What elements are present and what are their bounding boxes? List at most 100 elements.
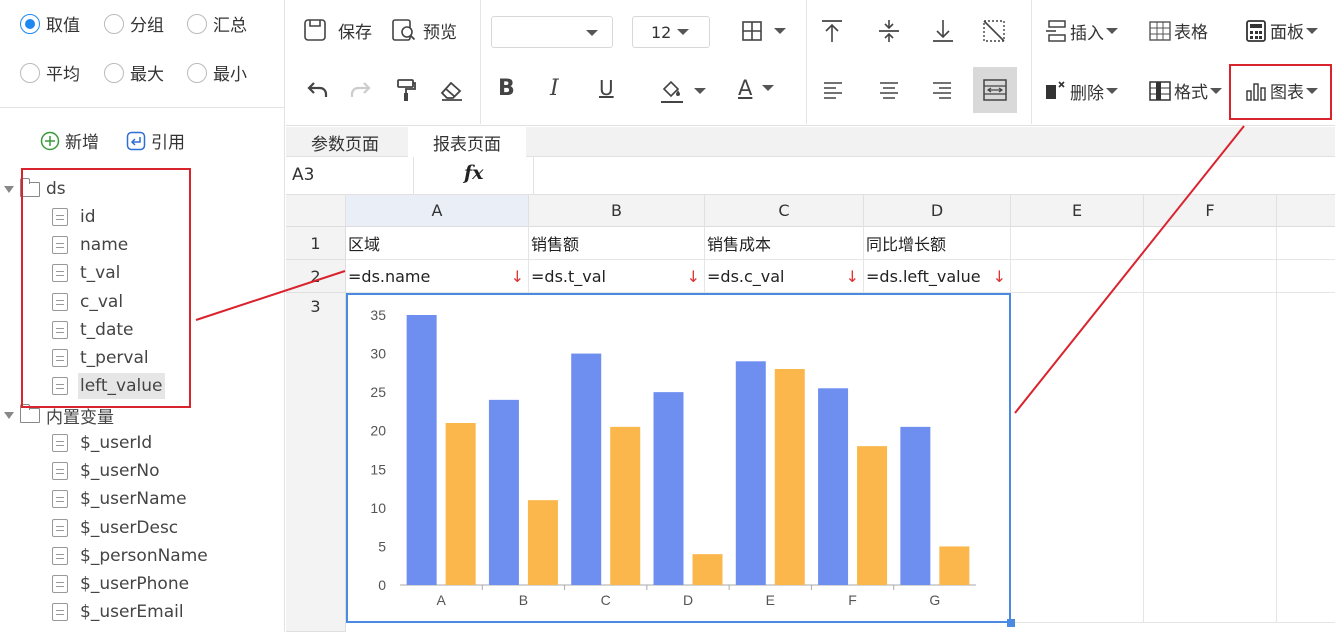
bar-series1 xyxy=(571,353,602,585)
y-tick-label: 10 xyxy=(370,500,386,516)
chart-cell-a3[interactable]: 0 5 10 15 20 25 30 35 A B C D E F G xyxy=(346,293,1011,623)
tree-field[interactable]: $_userId xyxy=(52,429,155,457)
col-header-b[interactable]: B xyxy=(529,195,705,227)
x-tick-label: F xyxy=(848,592,857,608)
bar-chart[interactable]: 0 5 10 15 20 25 30 35 A B C D E F G xyxy=(348,295,1009,621)
merge-cells-button[interactable] xyxy=(973,67,1017,113)
font-size-select[interactable]: 12 xyxy=(632,16,710,48)
align-center-button[interactable] xyxy=(878,80,900,100)
align-bottom-button[interactable] xyxy=(931,18,955,44)
reference-button[interactable]: 引用 xyxy=(126,128,185,153)
preview-button[interactable]: 预览 xyxy=(390,17,457,43)
redo-button[interactable] xyxy=(348,78,374,102)
cell-e2[interactable] xyxy=(1011,260,1144,293)
tab-report-page[interactable]: 报表页面 xyxy=(408,127,526,157)
redo-icon xyxy=(350,82,371,97)
radio-value[interactable]: 取值 xyxy=(20,11,80,36)
format-columns-icon xyxy=(1149,80,1171,101)
separator xyxy=(480,0,481,124)
align-top-button[interactable] xyxy=(820,18,844,44)
cell-g2[interactable] xyxy=(1277,260,1335,293)
row-header-3[interactable]: 3 xyxy=(286,293,346,632)
cell-c2[interactable]: =ds.c_val ↓ xyxy=(705,260,864,293)
format-menu[interactable]: 格式 xyxy=(1148,78,1222,103)
align-left-button[interactable] xyxy=(822,80,844,100)
tree-field[interactable]: $_personName xyxy=(52,542,211,570)
cell-b2[interactable]: =ds.t_val ↓ xyxy=(529,260,705,293)
diagonal-border-button[interactable] xyxy=(981,18,1007,44)
cell-ref[interactable]: A3 xyxy=(292,165,314,185)
resize-handle[interactable] xyxy=(1007,619,1015,627)
cell-f3[interactable] xyxy=(1144,293,1277,623)
border-button[interactable] xyxy=(740,19,786,43)
col-header-next[interactable] xyxy=(1277,195,1335,227)
cell-a2[interactable]: =ds.name ↓ xyxy=(346,260,529,293)
row-header-1[interactable]: 1 xyxy=(286,227,346,260)
radio-min[interactable]: 最小 xyxy=(187,60,247,85)
chevron-down-icon xyxy=(1210,87,1222,94)
cell-f2[interactable] xyxy=(1144,260,1277,293)
align-top-icon xyxy=(822,20,842,42)
col-header-e[interactable]: E xyxy=(1011,195,1144,227)
bold-button[interactable]: B xyxy=(498,76,515,101)
radio-sum[interactable]: 汇总 xyxy=(187,11,247,36)
font-color-button[interactable]: A xyxy=(738,76,775,100)
cell-d2[interactable]: =ds.left_value ↓ xyxy=(864,260,1011,293)
tree-field[interactable]: $_userDesc xyxy=(52,514,181,542)
row-header-2[interactable]: 2 xyxy=(286,260,346,293)
clear-format-button[interactable] xyxy=(438,78,466,102)
radio-avg[interactable]: 平均 xyxy=(20,60,80,85)
cell-c1[interactable]: 销售成本 xyxy=(705,227,864,260)
tab-param-page[interactable]: 参数页面 xyxy=(286,127,404,157)
caret-down-icon xyxy=(4,185,14,193)
cell-g3[interactable] xyxy=(1277,293,1335,623)
delete-menu[interactable]: 删除 xyxy=(1044,78,1118,104)
radio-dot xyxy=(104,13,124,34)
tree-field[interactable]: $_userEmail xyxy=(52,598,187,626)
expand-down-icon: ↓ xyxy=(845,267,859,286)
chevron-down-icon xyxy=(762,85,775,91)
font-family-select[interactable] xyxy=(491,16,613,48)
italic-button[interactable]: I xyxy=(550,76,559,101)
radio-max[interactable]: 最大 xyxy=(104,60,164,85)
undo-button[interactable] xyxy=(304,78,330,102)
cell-e3[interactable] xyxy=(1011,293,1144,623)
tree-field[interactable]: $_userName xyxy=(52,485,190,513)
formula-input[interactable] xyxy=(534,157,1334,194)
bar-series1 xyxy=(653,392,684,585)
tree-field[interactable]: $_userPhone xyxy=(52,570,192,598)
undo-icon xyxy=(307,82,328,97)
format-painter-button[interactable] xyxy=(394,77,418,103)
tree-field[interactable]: $_userNo xyxy=(52,457,163,485)
add-button[interactable]: 新增 xyxy=(40,128,99,153)
bar-series1 xyxy=(406,315,437,585)
underline-button[interactable]: U xyxy=(599,76,614,100)
bar-series2 xyxy=(774,369,805,585)
align-bottom-icon xyxy=(933,20,953,42)
cell-f1[interactable] xyxy=(1144,227,1277,260)
insert-menu[interactable]: 插入 xyxy=(1044,18,1118,44)
chevron-down-icon xyxy=(677,29,690,35)
table-button[interactable]: 表格 xyxy=(1148,18,1208,43)
caret-down-icon xyxy=(4,411,14,419)
cell-d1[interactable]: 同比增长额 xyxy=(864,227,1011,260)
paint-roller-icon xyxy=(397,79,416,101)
radio-dot xyxy=(20,13,40,34)
fill-color-button[interactable] xyxy=(658,78,706,104)
radio-group[interactable]: 分组 xyxy=(104,11,164,36)
align-middle-button[interactable] xyxy=(877,18,901,44)
corner-header[interactable] xyxy=(286,195,346,227)
cell-g1[interactable] xyxy=(1277,227,1335,260)
col-header-a[interactable]: A xyxy=(346,195,529,227)
col-header-c[interactable]: C xyxy=(705,195,864,227)
expand-down-icon: ↓ xyxy=(510,267,524,286)
col-header-d[interactable]: D xyxy=(864,195,1011,227)
cell-b1[interactable]: 销售额 xyxy=(529,227,705,260)
cell-e1[interactable] xyxy=(1011,227,1144,260)
save-button[interactable]: 保存 xyxy=(302,17,372,43)
align-right-button[interactable] xyxy=(931,80,953,100)
separator xyxy=(806,0,807,124)
col-header-f[interactable]: F xyxy=(1144,195,1277,227)
panel-menu[interactable]: 面板 xyxy=(1244,18,1318,43)
cell-a1[interactable]: 区域 xyxy=(346,227,529,260)
